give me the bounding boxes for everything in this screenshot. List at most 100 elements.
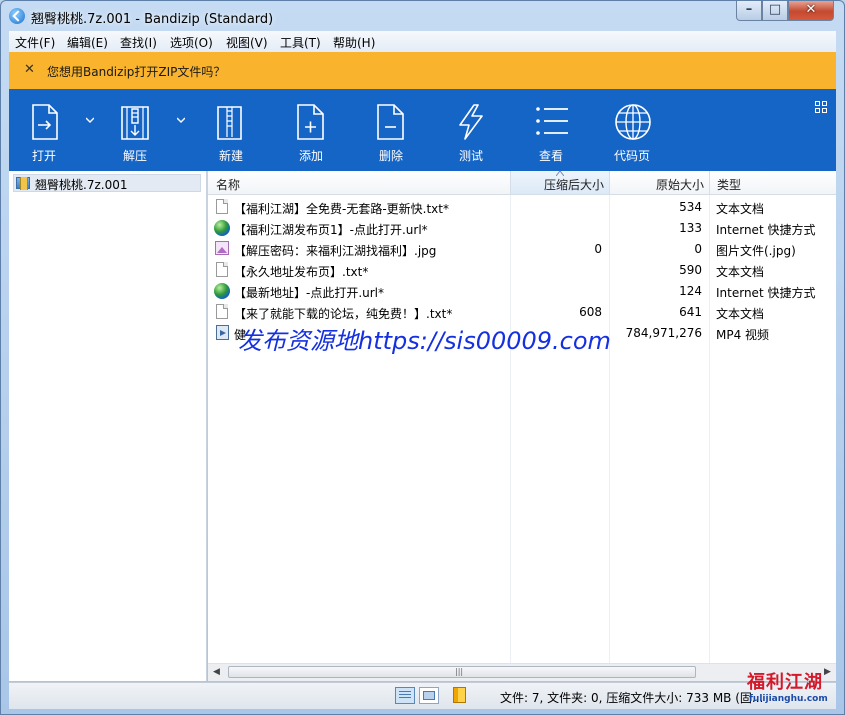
image-file-icon [215,241,229,255]
list-view-icon [536,107,568,135]
file-name: 【解压密码：来福利江湖找福利】.jpg [234,244,437,258]
test-button[interactable]: 测试 [446,89,496,171]
column-header-name[interactable]: 名称 [208,171,510,195]
scroll-left-icon[interactable]: ◀ [208,664,225,681]
horizontal-scrollbar[interactable]: ◀ ||| ▶ [208,663,836,681]
table-row[interactable]: 【福利江湖】全免费-无套路-更新快.txt* 534 文本文档 [208,197,836,218]
thumbnail-view-icon [423,691,435,700]
video-file-icon [216,325,229,340]
folder-tree-pane: 翘臀桃桃.7z.001 [9,171,207,681]
file-type: 文本文档 [716,265,765,279]
table-row[interactable]: 【来了就能下载的论坛，纯免费！】.txt* 608 641 文本文档 [208,302,836,323]
details-view-button[interactable] [395,687,415,704]
table-row[interactable]: 【永久地址发布页】.txt* 590 文本文档 [208,260,836,281]
column-header-type-label: 类型 [717,178,742,192]
file-type: Internet 快捷方式 [716,223,816,237]
file-type: Internet 快捷方式 [716,286,816,300]
column-header-compressed[interactable]: 压缩后大小 [510,171,609,195]
file-original-size: 0 [694,242,702,256]
file-original-size: 784,971,276 [625,326,702,340]
add-file-icon [297,104,324,140]
file-original-size: 124 [679,284,702,298]
menu-help[interactable]: 帮助(H) [333,34,375,51]
app-window: 翘臀桃桃.7z.001 - Bandizip (Standard) – □ ✕ … [0,0,845,715]
association-notice-bar[interactable]: ✕ 您想用Bandizip打开ZIP文件吗？ [9,52,836,89]
layout-grid-icon[interactable] [815,101,827,113]
open-button[interactable]: 打开 [23,89,73,171]
file-name: 【福利江湖】全免费-无套路-更新快.txt* [234,202,449,216]
menu-find[interactable]: 查找(I) [120,34,157,51]
internet-shortcut-icon [214,220,230,236]
minimize-icon: – [745,2,753,17]
notice-close-icon[interactable]: ✕ [24,62,35,77]
open-dropdown-icon[interactable] [86,117,94,123]
scrollbar-grip: ||| [455,667,464,676]
column-header-compressed-label: 压缩后大小 [544,178,605,192]
book-icon[interactable] [453,687,466,703]
add-label: 添加 [299,149,324,163]
file-name: 【最新地址】-点此打开.url* [234,286,385,300]
codepage-button[interactable]: 代码页 [606,89,662,171]
test-label: 测试 [459,149,484,163]
maximize-icon: □ [768,2,782,17]
extract-button[interactable]: 解压 [114,89,164,171]
file-name: 【来了就能下载的论坛，纯免费！】.txt* [234,307,453,321]
tree-item-label: 翘臀桃桃.7z.001 [35,178,128,192]
thumbnail-view-button[interactable] [419,687,439,704]
menu-options[interactable]: 选项(O) [170,34,213,51]
toolbar: 打开 解压 新建 添加 删除 测试 查看 代码页 [9,89,836,171]
file-original-size: 641 [679,305,702,319]
corner-logo-title: 福利江湖 [747,672,823,693]
delete-label: 删除 [379,149,404,163]
sort-indicator-icon [556,171,564,176]
column-header-type[interactable]: 类型 [709,171,836,195]
new-archive-icon [217,106,242,140]
file-name: 【永久地址发布页】.txt* [234,265,369,279]
view-label: 查看 [539,149,564,163]
file-compressed-size: 608 [579,305,602,319]
minimize-button[interactable]: – [736,1,762,21]
new-archive-label: 新建 [219,149,244,163]
close-icon: ✕ [805,2,817,17]
extract-dropdown-icon[interactable] [177,117,185,123]
notice-text[interactable]: 您想用Bandizip打开ZIP文件吗？ [47,63,225,80]
file-original-size: 590 [679,263,702,277]
bandizip-app-icon[interactable] [9,8,25,24]
file-compressed-size: 0 [594,242,602,256]
text-file-icon [216,304,228,319]
menu-file[interactable]: 文件(F) [15,34,55,51]
table-row[interactable]: 【最新地址】-点此打开.url* 124 Internet 快捷方式 [208,281,836,302]
new-archive-button[interactable]: 新建 [206,89,256,171]
menu-view[interactable]: 视图(V) [226,34,268,51]
table-row[interactable]: 【解压密码：来福利江湖找福利】.jpg 0 0 图片文件(.jpg) [208,239,836,260]
view-button[interactable]: 查看 [526,89,576,171]
file-name: 【福利江湖发布页1】-点此打开.url* [234,223,428,237]
scrollbar-thumb[interactable]: ||| [228,666,696,678]
open-label: 打开 [32,149,57,163]
file-type: 文本文档 [716,307,765,321]
extract-icon [121,106,149,140]
maximize-button[interactable]: □ [762,1,788,21]
add-button[interactable]: 添加 [286,89,336,171]
status-text: 文件: 7, 文件夹: 0, 压缩文件大小: 733 MB (固... [500,691,764,705]
corner-logo: 福利江湖 fulijianghu.com [743,666,839,710]
file-original-size: 133 [679,221,702,235]
lightning-icon [459,104,483,140]
file-original-size: 534 [679,200,702,214]
menu-bar: 文件(F) 编辑(E) 查找(I) 选项(O) 视图(V) 工具(T) 帮助(H… [9,31,836,52]
archive-icon [16,177,30,190]
menu-edit[interactable]: 编辑(E) [67,34,108,51]
delete-file-icon [377,104,404,140]
open-icon [32,104,58,140]
menu-tools[interactable]: 工具(T) [280,34,321,51]
delete-button[interactable]: 删除 [366,89,416,171]
column-header-original[interactable]: 原始大小 [609,171,709,195]
watermark-overlay: 发布资源地https://sis00009.com [238,327,611,355]
table-row[interactable]: 【福利江湖发布页1】-点此打开.url* 133 Internet 快捷方式 [208,218,836,239]
globe-icon [615,104,651,140]
internet-shortcut-icon [214,283,230,299]
title-bar[interactable]: 翘臀桃桃.7z.001 - Bandizip (Standard) – □ ✕ [1,1,844,31]
file-type: 文本文档 [716,202,765,216]
close-button[interactable]: ✕ [788,1,834,21]
tree-item-archive-root[interactable]: 翘臀桃桃.7z.001 [13,174,201,192]
